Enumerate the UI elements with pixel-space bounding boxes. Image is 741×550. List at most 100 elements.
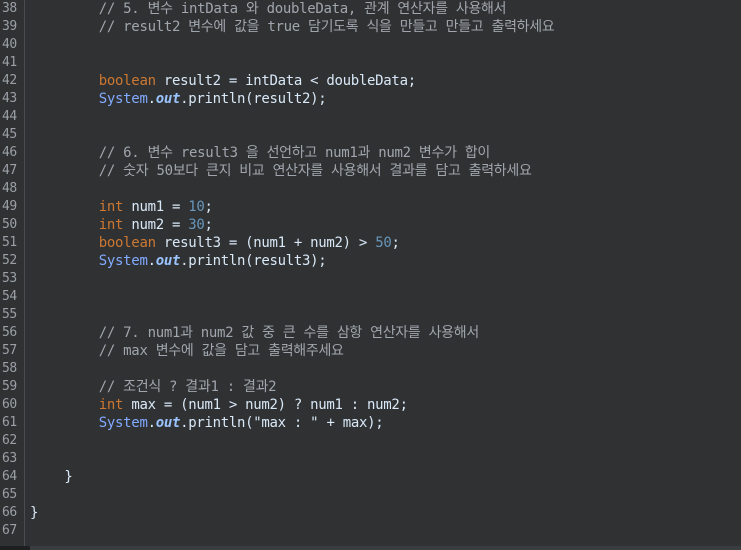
code-line[interactable]: 46 // 6. 변수 result3 을 선언하고 num1과 num2 변수가… — [0, 144, 741, 162]
code-token-cm: // 숫자 50보다 큰지 비교 연산자를 사용해서 결과를 담고 출력하세요 — [98, 163, 532, 179]
line-number: 38 — [2, 1, 17, 16]
code-token-fld: out — [155, 91, 181, 107]
code-token-cm: // 7. num1과 num2 값 중 큰 수를 삼항 연산자를 사용해서 — [98, 325, 479, 341]
code-token-cls: System — [98, 415, 148, 431]
code-token-pn: } — [30, 505, 39, 521]
code-token-pn: ; — [204, 217, 213, 233]
code-token-pn: } — [64, 469, 73, 485]
code-text: System.out.println("max : " + max); — [99, 414, 384, 432]
code-token-pn: + max); — [318, 415, 384, 431]
code-line[interactable]: 67 — [0, 522, 741, 540]
code-text: } — [30, 504, 38, 522]
code-line[interactable]: 43 System.out.println(result2); — [0, 90, 741, 108]
code-line[interactable]: 44 — [0, 108, 741, 126]
line-number: 61 — [2, 415, 17, 430]
code-line[interactable]: 64} — [0, 468, 741, 486]
code-text: int num1 = 10; — [99, 198, 213, 216]
code-line[interactable]: 40 — [0, 36, 741, 54]
code-token-kw: int — [98, 397, 124, 413]
code-text: int max = (num1 > num2) ? num1 : num2; — [99, 396, 408, 414]
code-token-fld: out — [155, 253, 181, 269]
line-number: 48 — [2, 181, 17, 196]
code-token-pn: .println( — [180, 415, 254, 431]
code-line[interactable]: 54 — [0, 288, 741, 306]
code-text: boolean result3 = (num1 + num2) > 50; — [99, 234, 400, 252]
code-editor[interactable]: 38 // 5. 변수 intData 와 doubleData, 관계 연산자를… — [0, 0, 741, 550]
code-token-cm: // max 변수에 값을 담고 출력해주세요 — [98, 343, 344, 359]
code-line[interactable]: 66} — [0, 504, 741, 522]
code-token-pn: .println(result3); — [180, 253, 327, 269]
line-number: 51 — [2, 235, 17, 250]
code-line[interactable]: 58 — [0, 360, 741, 378]
scrollbar-thumb[interactable] — [30, 546, 741, 550]
code-text: } — [64, 468, 72, 486]
code-token-num: 50 — [375, 235, 392, 251]
code-token-kw: int — [98, 217, 124, 233]
code-text: // 5. 변수 intData 와 doubleData, 관계 연산자를 사… — [98, 0, 507, 18]
code-line[interactable]: 57 // max 변수에 값을 담고 출력해주세요 — [0, 342, 741, 360]
line-number: 59 — [2, 379, 17, 394]
code-token-pn: max = (num1 > num2) ? num1 : num2; — [123, 397, 408, 413]
code-line[interactable]: 47 // 숫자 50보다 큰지 비교 연산자를 사용해서 결과를 담고 출력하세… — [0, 162, 741, 180]
code-text: // 숫자 50보다 큰지 비교 연산자를 사용해서 결과를 담고 출력하세요 — [99, 162, 532, 180]
line-number: 39 — [2, 19, 17, 34]
code-token-pn: num1 = — [123, 199, 189, 215]
line-number: 42 — [2, 73, 17, 88]
line-number: 47 — [2, 163, 17, 178]
code-text: // 7. num1과 num2 값 중 큰 수를 삼항 연산자를 사용해서 — [99, 324, 479, 342]
line-number: 55 — [2, 307, 17, 322]
code-token-num: 30 — [188, 217, 205, 233]
code-lines[interactable]: 38 // 5. 변수 intData 와 doubleData, 관계 연산자를… — [0, 0, 741, 540]
code-line[interactable]: 50 int num2 = 30; — [0, 216, 741, 234]
code-token-cm: // 6. 변수 result3 을 선언하고 num1과 num2 변수가 합… — [98, 145, 490, 161]
code-line[interactable]: 61 System.out.println("max : " + max); — [0, 414, 741, 432]
code-line[interactable]: 53 — [0, 270, 741, 288]
code-text: // result2 변수에 값을 true 담기도록 식을 만들고 만들고 출… — [99, 18, 555, 36]
code-token-kw: int — [98, 199, 124, 215]
line-number: 66 — [2, 505, 17, 520]
code-line[interactable]: 60 int max = (num1 > num2) ? num1 : num2; — [0, 396, 741, 414]
line-number: 54 — [2, 289, 17, 304]
code-token-num: 10 — [188, 199, 205, 215]
code-line[interactable]: 56 // 7. num1과 num2 값 중 큰 수를 삼항 연산자를 사용해서 — [0, 324, 741, 342]
code-line[interactable]: 59 // 조건식 ? 결과1 : 결과2 — [0, 378, 741, 396]
code-token-pn: result3 = (num1 + num2) > — [155, 235, 376, 251]
line-number: 62 — [2, 433, 17, 448]
code-line[interactable]: 39 // result2 변수에 값을 true 담기도록 식을 만들고 만들고… — [0, 18, 741, 36]
code-token-cm: // 5. 변수 intData 와 doubleData, 관계 연산자를 사… — [98, 1, 507, 17]
code-token-pn: num2 = — [123, 217, 189, 233]
code-text: System.out.println(result2); — [99, 90, 327, 108]
code-token-pn: . — [147, 415, 156, 431]
code-line[interactable]: 49 int num1 = 10; — [0, 198, 741, 216]
line-number: 58 — [2, 361, 17, 376]
line-number: 40 — [2, 37, 17, 52]
code-token-kw: boolean — [98, 235, 156, 251]
code-line[interactable]: 63 — [0, 450, 741, 468]
code-line[interactable]: 51 boolean result3 = (num1 + num2) > 50; — [0, 234, 741, 252]
line-number: 41 — [2, 55, 17, 70]
code-text: // 조건식 ? 결과1 : 결과2 — [98, 378, 277, 396]
code-text: // max 변수에 값을 담고 출력해주세요 — [99, 342, 344, 360]
line-number: 52 — [2, 253, 17, 268]
code-line[interactable]: 48 — [0, 180, 741, 198]
code-line[interactable]: 38 // 5. 변수 intData 와 doubleData, 관계 연산자를… — [0, 0, 741, 18]
code-token-pn: .println(result2); — [180, 91, 327, 107]
code-token-pn: ; — [391, 235, 400, 251]
code-line[interactable]: 42 boolean result2 = intData < doubleData… — [0, 72, 741, 90]
horizontal-scrollbar[interactable] — [0, 546, 741, 550]
line-number: 46 — [2, 145, 17, 160]
code-text: System.out.println(result3); — [99, 252, 327, 270]
code-text: // 6. 변수 result3 을 선언하고 num1과 num2 변수가 합… — [99, 144, 490, 162]
code-line[interactable]: 52 System.out.println(result3); — [0, 252, 741, 270]
code-line[interactable]: 45 — [0, 126, 741, 144]
code-line[interactable]: 65 — [0, 486, 741, 504]
code-line[interactable]: 41 — [0, 54, 741, 72]
line-number: 56 — [2, 325, 17, 340]
code-token-pn: ; — [204, 199, 213, 215]
code-token-fld: out — [155, 415, 181, 431]
line-number: 53 — [2, 271, 17, 286]
code-line[interactable]: 55 — [0, 306, 741, 324]
code-token-str: "max : " — [253, 415, 319, 431]
code-token-cm: // 조건식 ? 결과1 : 결과2 — [98, 379, 277, 395]
code-line[interactable]: 62 — [0, 432, 741, 450]
